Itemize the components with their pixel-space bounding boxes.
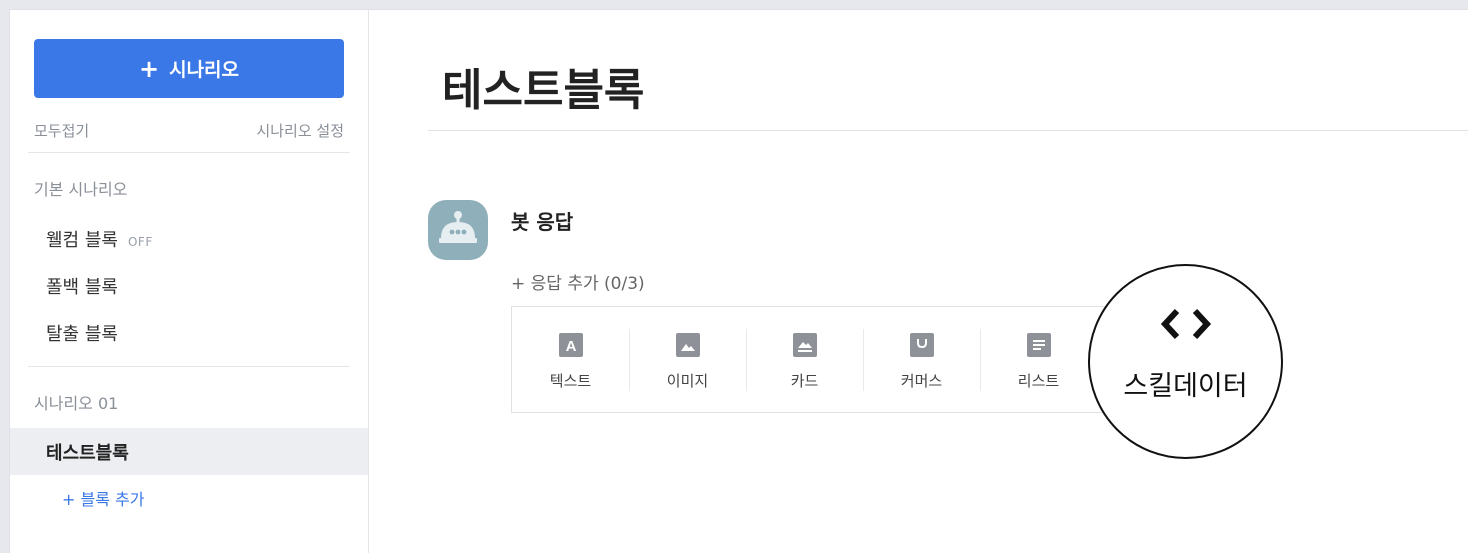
skill-data-label: 스킬데이터 (1123, 371, 1248, 402)
code-brackets-icon (1160, 308, 1211, 340)
block-item-test-active[interactable]: 테스트블록 (10, 428, 368, 475)
add-block-link[interactable]: + 블록 추가 (62, 486, 144, 510)
block-item-exit[interactable]: 탈출 블록 (46, 320, 118, 346)
off-badge: OFF (127, 235, 153, 249)
title-divider (428, 130, 1468, 131)
skill-data-callout[interactable]: 스킬데이터 (1088, 264, 1283, 459)
block-item-label: 폴백 블록 (46, 277, 118, 298)
block-item-label: 웰컴 블록 (46, 230, 118, 251)
add-response-button[interactable]: + 응답 추가 (0/3) (511, 269, 645, 294)
app-frame: + 시나리오 모두접기 시나리오 설정 기본 시나리오 웰컴 블록 OFF 폴백… (9, 9, 1468, 553)
bot-response-label: 봇 응답 (511, 210, 574, 234)
response-type-label: 리스트 (1017, 371, 1060, 390)
scenario-settings-link[interactable]: 시나리오 설정 (256, 120, 344, 141)
default-scenario-title: 기본 시나리오 (34, 180, 128, 199)
response-type-label: 커머스 (900, 371, 943, 390)
add-scenario-label: 시나리오 (169, 59, 240, 81)
plus-icon: + (138, 54, 160, 83)
response-type-list[interactable]: 리스트 (980, 328, 1097, 391)
sidebar-meta-row: 모두접기 시나리오 설정 (34, 120, 344, 141)
sidebar-divider (28, 152, 350, 153)
text-icon: A (558, 332, 583, 357)
block-editor: 테스트블록 봇 응답 + 응답 추가 (0/3) A 텍스트 이미지 카드 커머… (370, 10, 1468, 553)
list-icon (1026, 332, 1051, 357)
robot-icon (428, 200, 488, 260)
scenario-sidebar: + 시나리오 모두접기 시나리오 설정 기본 시나리오 웰컴 블록 OFF 폴백… (10, 10, 369, 553)
response-type-label: 텍스트 (549, 371, 592, 390)
response-type-commerce[interactable]: 커머스 (863, 328, 980, 391)
collapse-all-link[interactable]: 모두접기 (34, 120, 89, 141)
block-item-label: 테스트블록 (46, 442, 129, 464)
add-scenario-button[interactable]: + 시나리오 (34, 39, 344, 98)
response-type-card[interactable]: 카드 (746, 328, 863, 391)
response-type-text[interactable]: A 텍스트 (512, 329, 629, 391)
response-type-label: 이미지 (666, 371, 709, 390)
card-icon (792, 332, 817, 357)
scenario-01-title: 시나리오 01 (34, 394, 119, 413)
block-item-label: 탈출 블록 (46, 324, 118, 345)
commerce-icon (909, 332, 934, 357)
block-item-fallback[interactable]: 폴백 블록 (46, 273, 118, 299)
block-item-welcome[interactable]: 웰컴 블록 OFF (46, 226, 153, 252)
response-type-image[interactable]: 이미지 (629, 328, 746, 391)
page-title: 테스트블록 (442, 65, 645, 116)
svg-text:A: A (565, 338, 576, 355)
response-type-label: 카드 (790, 371, 819, 390)
image-icon (675, 332, 700, 357)
sidebar-divider (28, 366, 350, 367)
